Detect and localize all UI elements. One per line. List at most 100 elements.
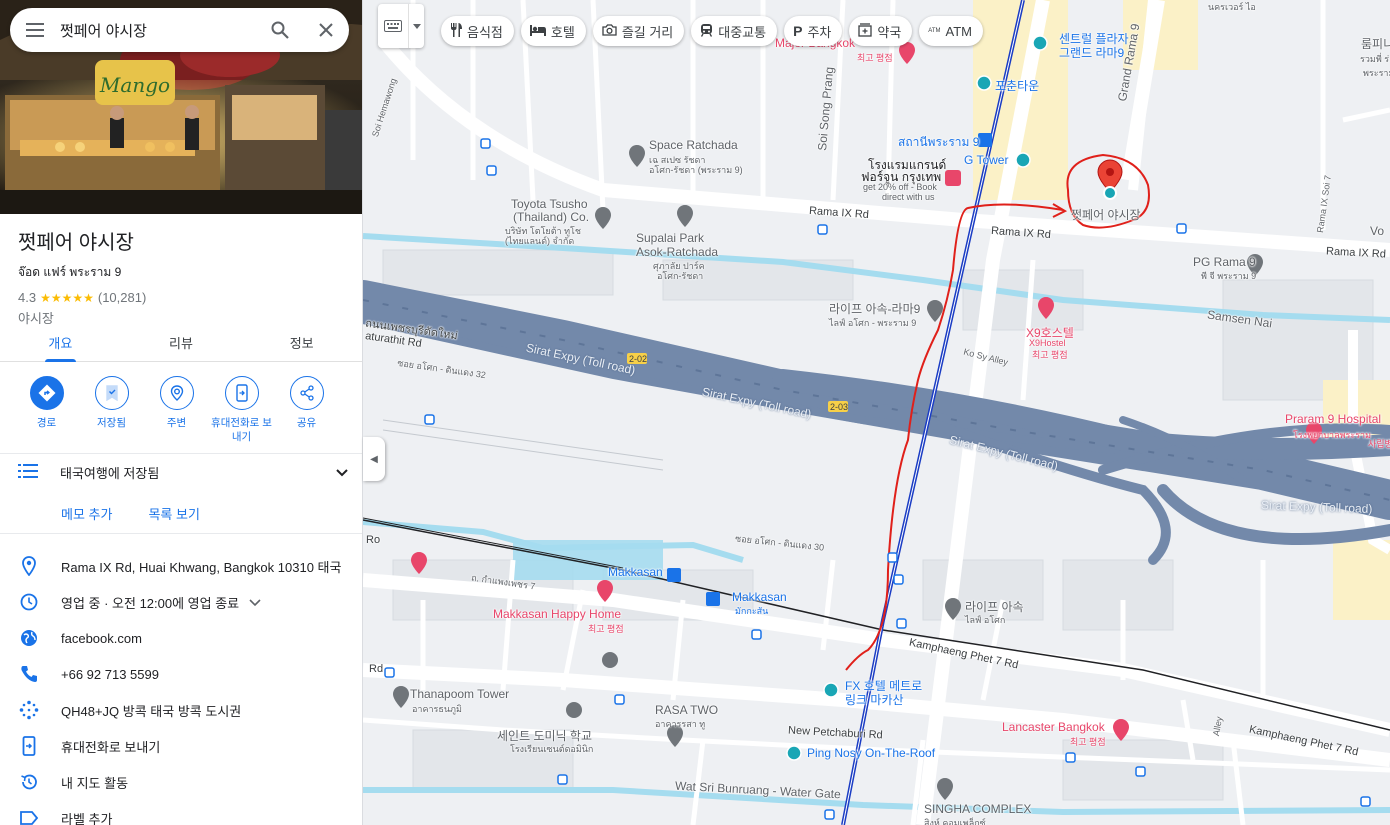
svg-text:Mango: Mango: [99, 73, 170, 97]
map-shield-2-03: 2-03: [830, 402, 849, 412]
chevron-left-icon: ◀: [370, 453, 378, 465]
map-label-life-asoke-rama9[interactable]: 라이프 아속-라마9: [829, 300, 920, 317]
map-label-thanapoom[interactable]: Thanapoom Tower: [410, 687, 509, 701]
directions-icon: [29, 376, 64, 410]
place-info-list: Rama IX Rd, Huai Khwang, Bangkok 10310 태…: [0, 548, 362, 825]
map-label-toyota[interactable]: Toyota Tsusho: [511, 197, 588, 211]
search-box[interactable]: 쩟페어 야시장: [10, 8, 349, 52]
hours-row[interactable]: 영업 중 · 오전 12:00에 영업 종료: [0, 584, 362, 620]
restaurant-icon: [450, 22, 462, 40]
map-label-lumpini[interactable]: 룸피니 프: [1361, 35, 1390, 52]
map-label-life-asoke-th: ไลฟ์ อโศก: [965, 615, 1006, 625]
parking-icon: P: [793, 23, 803, 39]
chip-restaurants[interactable]: 음식점: [441, 16, 514, 46]
category-chips: 음식점 호텔 즐길 거리 대중교통 P 주차 약국 ATM ATM: [441, 16, 984, 46]
hotel-icon: [529, 24, 546, 39]
label-icon: [18, 807, 40, 825]
map-label-ping-nosy[interactable]: Ping Nosy On-The-Roof: [807, 746, 935, 760]
close-icon[interactable]: [303, 8, 349, 52]
share-label: 공유: [296, 417, 317, 429]
map-label-lumpini2: พระราม 9: [1363, 68, 1390, 78]
map-label-makkasan-happy[interactable]: Makkasan Happy Home: [493, 607, 621, 621]
my-activity-text: 내 지도 활동: [61, 775, 129, 791]
review-count[interactable]: (10,281): [98, 290, 146, 305]
input-tools-button[interactable]: [378, 4, 424, 48]
map-label-supalai[interactable]: Supalai Park: [636, 231, 704, 245]
map-canvas[interactable]: 센트럴 플라자 그랜드 라마9 포춘타운 สถานีพระราม 9 G Tow…: [363, 0, 1390, 825]
plus-code-row[interactable]: QH48+JQ 방콕 태국 방콕 도시권: [0, 692, 362, 728]
map-label-space-ratchada[interactable]: Space Ratchada: [649, 138, 738, 152]
chip-hotels-label: 호텔: [550, 24, 575, 40]
chip-atm[interactable]: ATM ATM: [919, 16, 984, 46]
map-label-g-tower[interactable]: G Tower: [964, 153, 1008, 167]
share-icon: [289, 376, 324, 410]
place-subtitle: จ๊อด แฟร์ พระราม 9: [18, 265, 122, 279]
send-to-phone-row[interactable]: 휴대전화로 보내기: [0, 728, 362, 764]
send-to-phone-label: 휴대전화로 보내기: [211, 417, 272, 443]
chip-restaurants-label: 음식점: [467, 24, 503, 40]
add-note-link[interactable]: 메모 추가: [61, 504, 112, 523]
add-label-row[interactable]: 라벨 추가: [0, 800, 362, 825]
map-label-toyota2[interactable]: (Thailand) Co.: [513, 210, 589, 224]
website-text: facebook.com: [61, 630, 142, 646]
search-input[interactable]: 쩟페어 야시장: [60, 20, 257, 41]
map-label-supalai2[interactable]: Asok-Ratchada: [636, 245, 718, 259]
map-label-hotel-offer: get 20% off - Book: [863, 182, 937, 192]
map-label-lancaster[interactable]: Lancaster Bangkok: [1002, 720, 1105, 734]
directions-button[interactable]: 경로: [14, 376, 79, 444]
saved-button[interactable]: 저장됨: [79, 376, 144, 444]
map-label-pg-rama9[interactable]: PG Rama 9: [1193, 255, 1256, 269]
map-label-rasa[interactable]: RASA TWO: [655, 703, 718, 717]
history-icon: [18, 771, 40, 793]
map-label-praram9-th: โรงพยาบาลพระราม: [1293, 430, 1372, 440]
map-label-makkasan[interactable]: Makkasan: [608, 565, 663, 579]
map-label-x9-hostel-en: X9Hostel: [1029, 338, 1066, 348]
saved-label: 저장됨: [97, 417, 126, 429]
chip-things-to-do[interactable]: 즐길 거리: [592, 16, 685, 46]
map-label-singha[interactable]: SINGHA COMPLEX: [924, 802, 1031, 816]
map-label-jodd-fairs[interactable]: 쩟페어 야시장: [1071, 206, 1141, 223]
directions-label: 경로: [36, 417, 57, 429]
address-text: Rama IX Rd, Huai Khwang, Bangkok 10310 태…: [61, 559, 342, 575]
rating-row[interactable]: 4.3 ★★★★★ (10,281): [18, 290, 348, 305]
map-label-grand-rama9[interactable]: 그랜드 라마9: [1059, 44, 1124, 61]
website-row[interactable]: facebook.com: [0, 620, 362, 656]
search-icon[interactable]: [257, 8, 303, 52]
map-label-rd: Rd: [369, 663, 384, 675]
chip-parking[interactable]: P 주차: [784, 16, 843, 46]
map-label-space-ratchada-th2: อโศก-รัชดา (พระราม 9): [649, 165, 743, 175]
saved-list-row[interactable]: 태국여행에 저장됨: [18, 463, 348, 482]
tab-reviews[interactable]: 리뷰: [121, 322, 242, 361]
map-label-hotel-offer2: direct with us: [882, 192, 935, 202]
chip-pharmacy[interactable]: 약국: [849, 16, 913, 46]
map-label-station-rama9[interactable]: สถานีพระราม 9: [898, 133, 979, 152]
place-header: 쩟페어 야시장 จ๊อด แฟร์ พระราม 9 4.3 ★★★★★ (10…: [18, 226, 348, 327]
map-label-fortune-town[interactable]: 포춘타운: [995, 77, 1039, 94]
map-label-makkasan2[interactable]: Makkasan: [732, 590, 787, 604]
send-to-phone-button[interactable]: 휴대전화로 보내기: [209, 376, 274, 444]
menu-icon[interactable]: [10, 8, 60, 52]
tab-about[interactable]: 정보: [241, 322, 362, 361]
chevron-down-icon[interactable]: [336, 465, 348, 480]
map-label-thanapoom-th: อาคารธนภูมิ: [412, 704, 462, 714]
view-list-link[interactable]: 목록 보기: [148, 504, 199, 523]
tab-overview[interactable]: 개요: [0, 322, 121, 362]
my-activity-row[interactable]: 내 지도 활동: [0, 764, 362, 800]
chip-hotels[interactable]: 호텔: [520, 16, 586, 46]
hours-chevron-icon[interactable]: [249, 595, 261, 610]
chip-parking-label: 주차: [807, 24, 832, 40]
dropdown-icon[interactable]: [409, 23, 424, 29]
nearby-button[interactable]: 주변: [144, 376, 209, 444]
map-label-ruampee: รวมพี่ ร่: [1360, 54, 1390, 64]
map-label-vo: Vo: [1370, 224, 1385, 238]
map-label-praram9[interactable]: Praram 9 Hospital: [1285, 412, 1381, 426]
share-button[interactable]: 공유: [274, 376, 339, 444]
send-to-phone-row-icon: [18, 735, 40, 757]
map-label-lancaster-top-rated: 최고 평점: [1070, 737, 1106, 747]
place-title: 쩟페어 야시장: [18, 232, 134, 254]
map-label-fx-hotel2[interactable]: 링크 마카산: [845, 691, 904, 708]
phone-row[interactable]: +66 92 713 5599: [0, 656, 362, 692]
chip-transit[interactable]: 대중교통: [691, 16, 778, 46]
address-row[interactable]: Rama IX Rd, Huai Khwang, Bangkok 10310 태…: [0, 548, 362, 584]
collapse-panel-button[interactable]: ◀: [363, 437, 385, 481]
